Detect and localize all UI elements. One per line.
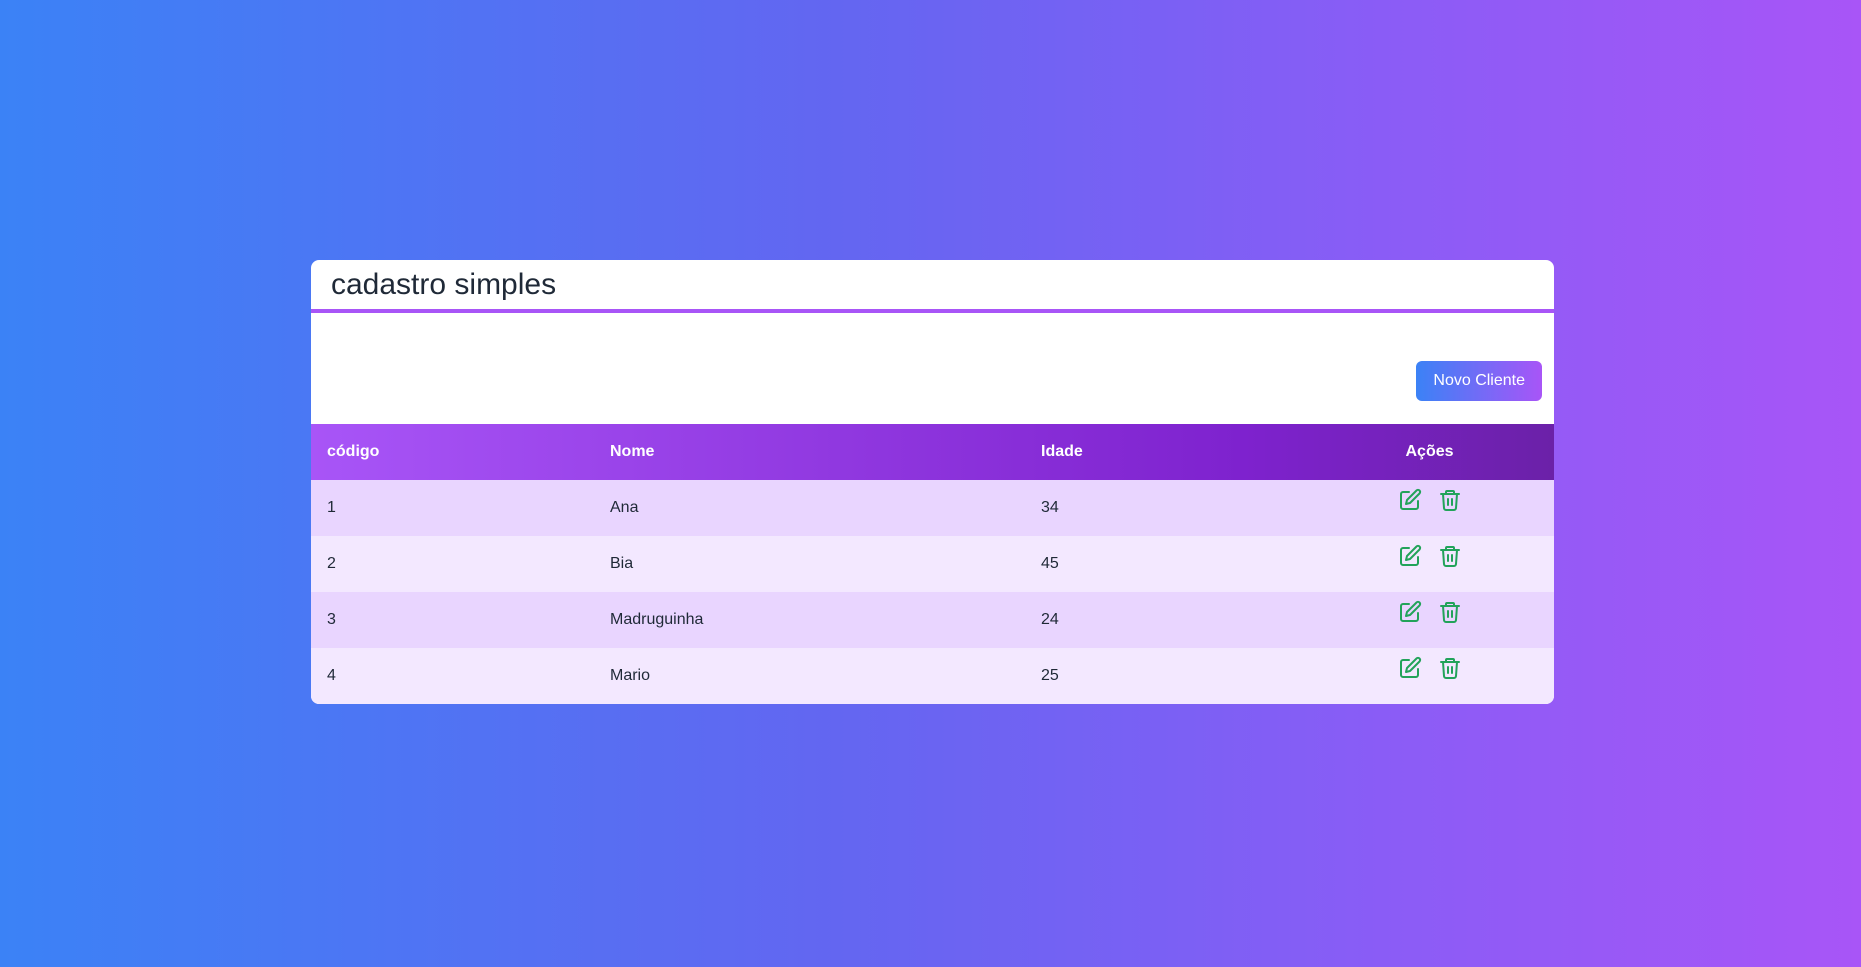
- table-row: 1 Ana 34: [311, 480, 1554, 536]
- edit-button[interactable]: [1398, 544, 1422, 568]
- cell-actions: [1305, 648, 1554, 704]
- column-header-acoes: Ações: [1405, 443, 1454, 460]
- cell-idade: 34: [1041, 499, 1059, 516]
- edit-button[interactable]: [1398, 488, 1422, 512]
- cell-actions: [1305, 480, 1554, 536]
- column-header-idade[interactable]: Idade: [1025, 424, 1305, 480]
- edit-button[interactable]: [1398, 656, 1422, 680]
- row-actions: [1398, 488, 1462, 512]
- trash-icon: [1439, 657, 1460, 679]
- cell-codigo: 2: [327, 555, 336, 572]
- cell-codigo: 3: [327, 611, 336, 628]
- table-row: 3 Madruguinha 24: [311, 592, 1554, 648]
- delete-button[interactable]: [1438, 488, 1462, 512]
- cell-actions: [1305, 536, 1554, 592]
- column-header-codigo[interactable]: código: [311, 424, 594, 480]
- table-header-row: código Nome Idade Ações: [311, 424, 1554, 480]
- row-actions: [1398, 544, 1462, 568]
- cell-nome: Madruguinha: [610, 611, 704, 628]
- table-row: 2 Bia 45: [311, 536, 1554, 592]
- toolbar: Novo Cliente: [311, 313, 1554, 424]
- cell-nome: Mario: [610, 667, 651, 684]
- card-header: cadastro simples: [311, 260, 1554, 313]
- cell-nome: Ana: [610, 499, 639, 516]
- cell-codigo: 4: [327, 667, 336, 684]
- edit-icon: [1399, 544, 1421, 566]
- column-header-nome[interactable]: Nome: [594, 424, 1025, 480]
- cell-nome: Bia: [610, 555, 634, 572]
- cell-idade: 45: [1041, 555, 1059, 572]
- cell-actions: [1305, 592, 1554, 648]
- trash-icon: [1439, 601, 1460, 623]
- cell-idade: 24: [1041, 611, 1059, 628]
- delete-button[interactable]: [1438, 544, 1462, 568]
- cell-idade: 25: [1041, 667, 1059, 684]
- table-body: 1 Ana 34 2 Bia 45 3 Madruguinha 24 4 Mar…: [311, 480, 1554, 704]
- edit-icon: [1399, 488, 1421, 510]
- edit-icon: [1399, 600, 1421, 622]
- table-header: código Nome Idade Ações: [311, 424, 1554, 480]
- delete-button[interactable]: [1438, 656, 1462, 680]
- main-card: cadastro simples Novo Cliente código Nom…: [311, 260, 1554, 704]
- page-title: cadastro simples: [331, 267, 557, 301]
- table-row: 4 Mario 25: [311, 648, 1554, 704]
- trash-icon: [1439, 489, 1460, 511]
- delete-button[interactable]: [1438, 600, 1462, 624]
- new-client-button[interactable]: Novo Cliente: [1416, 361, 1542, 401]
- row-actions: [1398, 600, 1462, 624]
- row-actions: [1398, 656, 1462, 680]
- trash-icon: [1439, 545, 1460, 567]
- clients-table: código Nome Idade Ações 1 Ana 34 2 Bia 4…: [311, 424, 1554, 704]
- cell-codigo: 1: [327, 499, 336, 516]
- edit-button[interactable]: [1398, 600, 1422, 624]
- edit-icon: [1399, 656, 1421, 678]
